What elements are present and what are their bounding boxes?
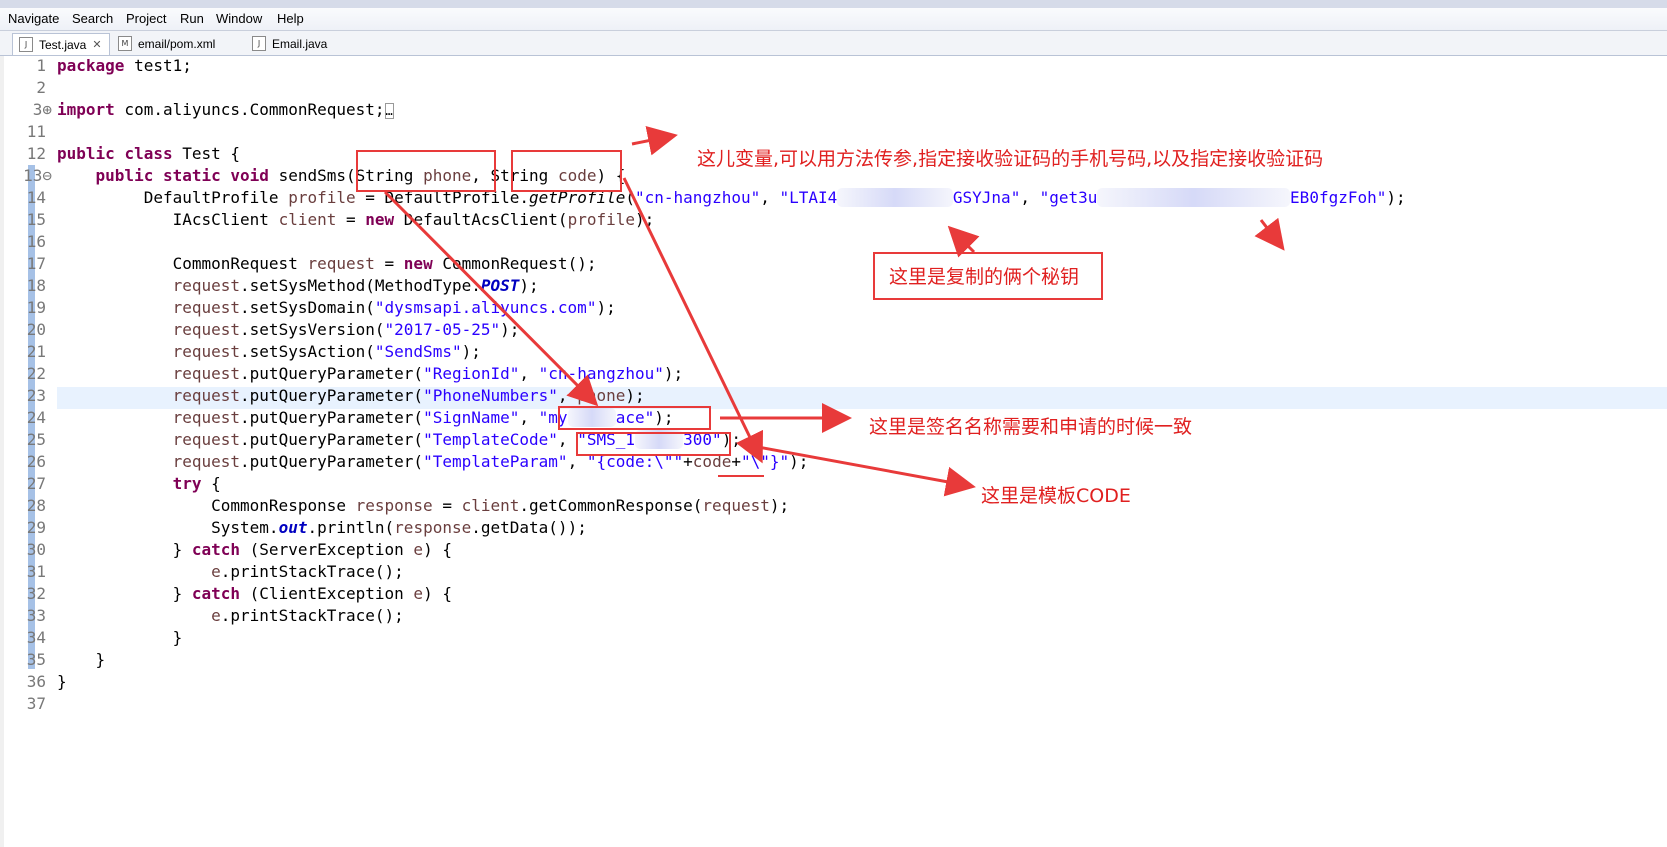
line-number: 24 <box>26 408 46 427</box>
menu-project[interactable]: Project <box>126 11 166 26</box>
code-line-35[interactable]: } <box>57 649 106 671</box>
code-line-21[interactable]: request.setSysAction("SendSms"); <box>57 341 481 363</box>
arrow-to-params-note <box>631 125 678 156</box>
line-number: 28 <box>26 496 46 515</box>
line-number: 35 <box>26 650 46 669</box>
annotation-box-sign-name <box>558 406 711 430</box>
code-line-3[interactable]: import com.aliyuncs.CommonRequest;… <box>57 99 394 122</box>
code-line-14[interactable]: DefaultProfile profile = DefaultProfile.… <box>57 187 1406 209</box>
line-number: 18 <box>26 276 46 295</box>
code-line-31[interactable]: e.printStackTrace(); <box>57 561 404 583</box>
code-line-18[interactable]: request.setSysMethod(MethodType.POST); <box>57 275 539 297</box>
code-line-28[interactable]: CommonResponse response = client.getComm… <box>57 495 789 517</box>
code-line-29[interactable]: System.out.println(response.getData()); <box>57 517 587 539</box>
line-number: 12 <box>26 144 46 163</box>
code-line-12[interactable]: public class Test { <box>57 143 240 165</box>
tab-label: email/pom.xml <box>138 36 216 51</box>
code-line-1[interactable]: package test1; <box>57 55 192 77</box>
line-number: 32 <box>26 584 46 603</box>
line-number: 27 <box>26 474 46 493</box>
annotation-note-keys: 这里是复制的俩个秘钥 <box>889 266 1080 288</box>
menu-navigate[interactable]: Navigate <box>8 11 59 26</box>
window-titlebar <box>0 0 1667 8</box>
annotation-underline-code <box>718 475 764 477</box>
annotation-note-sign: 这里是签名名称需要和申请的时候一致 <box>869 416 1193 438</box>
code-line-27[interactable]: try { <box>57 473 221 495</box>
line-number: 36 <box>26 672 46 691</box>
java-file-icon: J <box>19 37 33 52</box>
menu-run[interactable]: Run <box>180 11 204 26</box>
line-number: 37 <box>26 694 46 713</box>
line-number: 29 <box>26 518 46 537</box>
line-number: 20 <box>26 320 46 339</box>
arrow-keys-right <box>1254 217 1285 251</box>
line-number: 14 <box>26 188 46 207</box>
code-line-30[interactable]: } catch (ServerException e) { <box>57 539 452 561</box>
line-number: 22 <box>26 364 46 383</box>
annotation-box-phone-param <box>356 150 496 192</box>
line-number: 31 <box>26 562 46 581</box>
line-number: 17 <box>26 254 46 273</box>
tab-test-java[interactable]: J Test.java ✕ <box>12 33 110 55</box>
tab-label: Test.java <box>39 37 87 52</box>
code-line-22[interactable]: request.putQueryParameter("RegionId", "c… <box>57 363 684 385</box>
maven-file-icon: M <box>118 36 132 51</box>
line-number: 26 <box>26 452 46 471</box>
code-line-34[interactable]: } <box>57 627 183 649</box>
folded-imports-marker: … <box>384 103 394 119</box>
menu-help[interactable]: Help <box>277 11 304 26</box>
line-number: 15 <box>26 210 46 229</box>
line-number: 23 <box>26 386 46 405</box>
line-number: 34 <box>26 628 46 647</box>
annotation-note-template: 这里是模板CODE <box>981 485 1131 507</box>
menu-bar: Navigate Search Project Run Window Help <box>0 8 1667 31</box>
redacted-secret-key: xxxxxxxxxxxxxxxxxxxx <box>1097 188 1291 207</box>
tab-pom-xml[interactable]: M email/pom.xml <box>112 33 215 54</box>
close-icon[interactable]: ✕ <box>92 38 101 51</box>
code-line-33[interactable]: e.printStackTrace(); <box>57 605 404 627</box>
editor-tab-bar: J Test.java ✕ M email/pom.xml J Email.ja… <box>0 31 1667 56</box>
line-number: 16 <box>26 232 46 251</box>
line-number: 33 <box>26 606 46 625</box>
line-number: 11 <box>26 122 46 141</box>
line-number: 30 <box>26 540 46 559</box>
code-line-17[interactable]: CommonRequest request = new CommonReques… <box>57 253 597 275</box>
code-line-36[interactable]: } <box>57 671 67 693</box>
line-number: 1 <box>36 56 46 75</box>
line-number[interactable]: 3⊕ <box>6 99 52 121</box>
java-file-icon: J <box>252 36 266 51</box>
code-line-20[interactable]: request.setSysVersion("2017-05-25"); <box>57 319 520 341</box>
arrow-keys-upper <box>947 225 980 258</box>
code-line-32[interactable]: } catch (ClientException e) { <box>57 583 452 605</box>
line-number: 21 <box>26 342 46 361</box>
code-line-23[interactable]: request.putQueryParameter("PhoneNumbers"… <box>57 385 645 407</box>
menu-search[interactable]: Search <box>72 11 113 26</box>
redacted-access-key: xxxxxxxxxxxx <box>837 188 953 207</box>
code-line-15[interactable]: IAcsClient client = new DefaultAcsClient… <box>57 209 655 231</box>
tab-label: Email.java <box>272 36 328 51</box>
line-number: 2 <box>36 78 46 97</box>
code-line-19[interactable]: request.setSysDomain("dysmsapi.aliyuncs.… <box>57 297 616 319</box>
annotation-box-code-param <box>511 150 622 192</box>
tab-email-java[interactable]: J Email.java <box>246 33 327 54</box>
annotation-box-template-code <box>576 432 731 456</box>
line-number: 25 <box>26 430 46 449</box>
annotation-note-params: 这儿变量,可以用方法传参,指定接收验证码的手机号码,以及指定接收验证码 <box>697 148 1324 170</box>
line-number: 19 <box>26 298 46 317</box>
line-number[interactable]: 13⊖ <box>6 165 52 187</box>
menu-window[interactable]: Window <box>216 11 262 26</box>
